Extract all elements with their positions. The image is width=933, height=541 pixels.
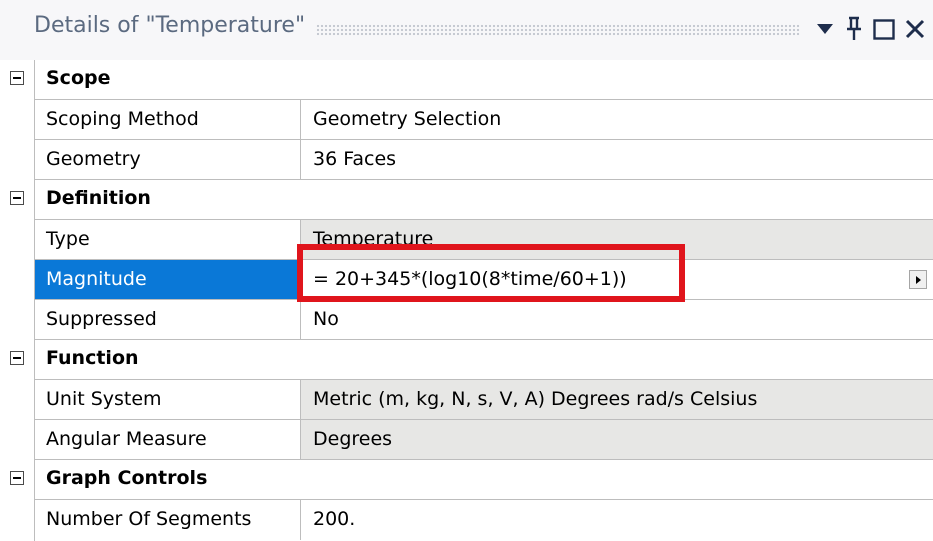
dropdown-arrow-icon[interactable] [814,10,836,48]
close-icon[interactable] [900,10,930,48]
row-magnitude[interactable]: Magnitude = 20+345*(log10(8*time/60+1)) [0,260,933,300]
property-value[interactable]: Geometry Selection [301,100,933,139]
pin-icon[interactable] [842,10,866,48]
property-name: Geometry [46,148,141,170]
category-label: Scope [46,67,111,89]
property-value[interactable]: Degrees [301,420,933,459]
collapse-icon[interactable] [10,71,24,85]
maximize-icon[interactable] [870,10,898,48]
row-type[interactable]: Type Temperature [0,220,933,260]
property-name: Scoping Method [46,108,199,130]
collapse-icon[interactable] [10,351,24,365]
property-value[interactable]: Temperature [301,220,933,259]
property-name: Suppressed [46,308,157,330]
property-name: Angular Measure [46,428,207,450]
flyout-arrow-button[interactable] [909,270,927,289]
property-name: Type [46,228,90,250]
category-label: Graph Controls [46,467,208,489]
category-definition[interactable]: Definition [0,180,933,220]
category-function[interactable]: Function [0,340,933,380]
row-suppressed[interactable]: Suppressed No [0,300,933,340]
category-label: Definition [46,187,151,209]
drag-grip[interactable] [316,24,800,36]
property-value[interactable]: 36 Faces [301,140,933,179]
magnitude-value[interactable]: = 20+345*(log10(8*time/60+1)) [301,260,933,299]
category-label: Function [46,347,139,369]
row-number-of-segments[interactable]: Number Of Segments 200. [0,500,933,540]
category-graph-controls[interactable]: Graph Controls [0,460,933,500]
property-value[interactable]: 200. [301,500,933,539]
details-title-bar: Details of "Temperature" [0,0,933,60]
row-angular-measure[interactable]: Angular Measure Degrees [0,420,933,460]
property-name-selected: Magnitude [35,260,301,299]
magnitude-expression[interactable]: = 20+345*(log10(8*time/60+1)) [313,268,627,290]
row-scoping-method[interactable]: Scoping Method Geometry Selection [0,100,933,140]
property-value[interactable]: No [301,300,933,339]
category-scope[interactable]: Scope [0,60,933,100]
collapse-icon[interactable] [10,191,24,205]
row-geometry[interactable]: Geometry 36 Faces [0,140,933,180]
row-unit-system[interactable]: Unit System Metric (m, kg, N, s, V, A) D… [0,380,933,420]
property-name: Unit System [46,388,162,410]
details-panel: Details of "Temperature" Scope Scoping M… [0,0,933,541]
property-value[interactable]: Metric (m, kg, N, s, V, A) Degrees rad/s… [301,380,933,419]
property-name: Number Of Segments [46,508,252,530]
collapse-icon[interactable] [10,471,24,485]
panel-title: Details of "Temperature" [34,13,306,38]
